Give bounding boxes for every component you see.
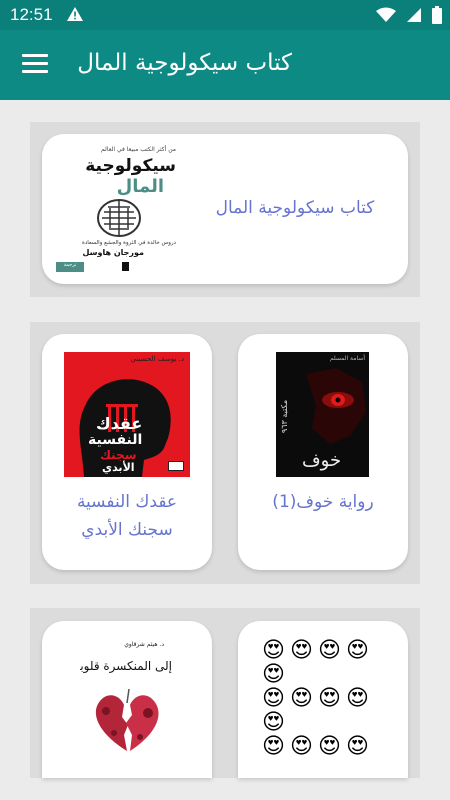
brain-maze-icon <box>97 199 141 237</box>
book-cover-right-2: 😍 😍 😍 😍 😍 😍 😍 😍 😍 😍 😍 😍 😍 😍 <box>262 639 384 778</box>
cover-word: خوف <box>302 450 342 471</box>
cover-author: د. يوسف الحسيني <box>130 355 184 363</box>
cover-translator-badge: ترجمة <box>56 262 84 272</box>
heart-eyes-emoji: 😍 <box>318 639 341 663</box>
cover-author: مورجان هاوسل <box>82 248 145 257</box>
heart-eyes-emoji: 😍 <box>262 710 285 735</box>
alert-icon <box>66 6 84 26</box>
heart-eyes-emoji: 😍 <box>290 686 313 711</box>
book-card-left-1[interactable]: د. يوسف الحسيني عقدك النفسية سجنك الأبدي… <box>42 334 212 570</box>
book-card-right-2[interactable]: 😍 😍 😍 😍 😍 😍 😍 😍 😍 😍 😍 😍 😍 😍 <box>238 621 408 778</box>
book-cover-left-1: د. يوسف الحسيني عقدك النفسية سجنك الأبدي <box>64 352 190 477</box>
heart-eyes-emoji: 😍 <box>262 686 285 711</box>
heart-eyes-emoji: 😍 <box>290 734 313 759</box>
featured-book-title[interactable]: كتاب سيكولوجية المال <box>192 194 398 222</box>
system-icons <box>376 6 442 24</box>
cover-title-1: عقدك <box>96 414 143 433</box>
heart-eyes-emoji: 😍 <box>346 639 369 663</box>
cover-author: أسامة المسلم <box>329 355 365 362</box>
featured-book-cover: من أكثر الكتب مبيعا في العالم سيكولوجية … <box>52 142 180 276</box>
book-title-right-1[interactable]: رواية خوف(1) <box>248 488 398 516</box>
cover-top-line: من أكثر الكتب مبيعا في العالم <box>101 146 176 153</box>
book-cover-left-2: د. هيثم شرقاوي إلى المنكسرة قلوبهم <box>80 639 174 778</box>
cover-publisher: مكتبة ٩٦٣ <box>280 399 290 434</box>
heart-eyes-emoji: 😍 <box>262 639 285 663</box>
cover-title-4: الأبدي <box>102 461 135 474</box>
cover-title-a: سيكولوجية <box>85 156 176 176</box>
broken-heart-icon <box>95 689 159 751</box>
cover-translator: ترجمة <box>63 262 77 268</box>
heart-eyes-emoji: 😍 <box>262 734 285 759</box>
heart-eyes-emoji: 😍 <box>318 686 341 711</box>
cover-title-b: المال <box>116 176 164 197</box>
book-title-left-1[interactable]: عقدك النفسية سجنك الأبدي <box>52 488 202 544</box>
cover-author: د. هيثم شرقاوي <box>124 641 164 648</box>
status-bar: 12:51 <box>0 0 450 30</box>
status-time: 12:51 <box>10 5 53 24</box>
signal-icon <box>407 8 421 22</box>
page-title: كتاب سيكولوجية المال <box>77 50 292 76</box>
heart-eyes-emoji: 😍 <box>290 639 313 663</box>
wifi-icon <box>376 7 396 22</box>
heart-eyes-emoji: 😍 <box>318 734 341 759</box>
book-card-right-1[interactable]: أسامة المسلم مكتبة ٩٦٣ خوف رواية خوف(1) <box>238 334 408 570</box>
cover-title-2: النفسية <box>88 432 143 448</box>
heart-eyes-emoji: 😍 <box>346 686 369 711</box>
menu-icon[interactable] <box>22 54 48 76</box>
book-card-left-2[interactable]: د. هيثم شرقاوي إلى المنكسرة قلوبهم <box>42 621 212 778</box>
cover-tagline: دروس خالدة في الثروة والجشع والسعادة <box>81 240 176 246</box>
app-bar: كتاب سيكولوجية المال <box>0 30 450 100</box>
featured-book-card[interactable]: من أكثر الكتب مبيعا في العالم سيكولوجية … <box>42 134 408 284</box>
heart-eyes-emoji: 😍 <box>346 734 369 759</box>
red-eye-icon <box>306 368 366 444</box>
publisher-logo-icon <box>168 461 184 471</box>
publisher-logo-icon <box>122 262 129 271</box>
battery-icon <box>432 6 442 24</box>
heart-eyes-emoji: 😍 <box>262 662 285 687</box>
cover-title: إلى المنكسرة قلوبهم <box>80 659 172 673</box>
cover-title-3: سجنك <box>100 448 137 462</box>
book-cover-right-1: أسامة المسلم مكتبة ٩٦٣ خوف <box>276 352 369 477</box>
